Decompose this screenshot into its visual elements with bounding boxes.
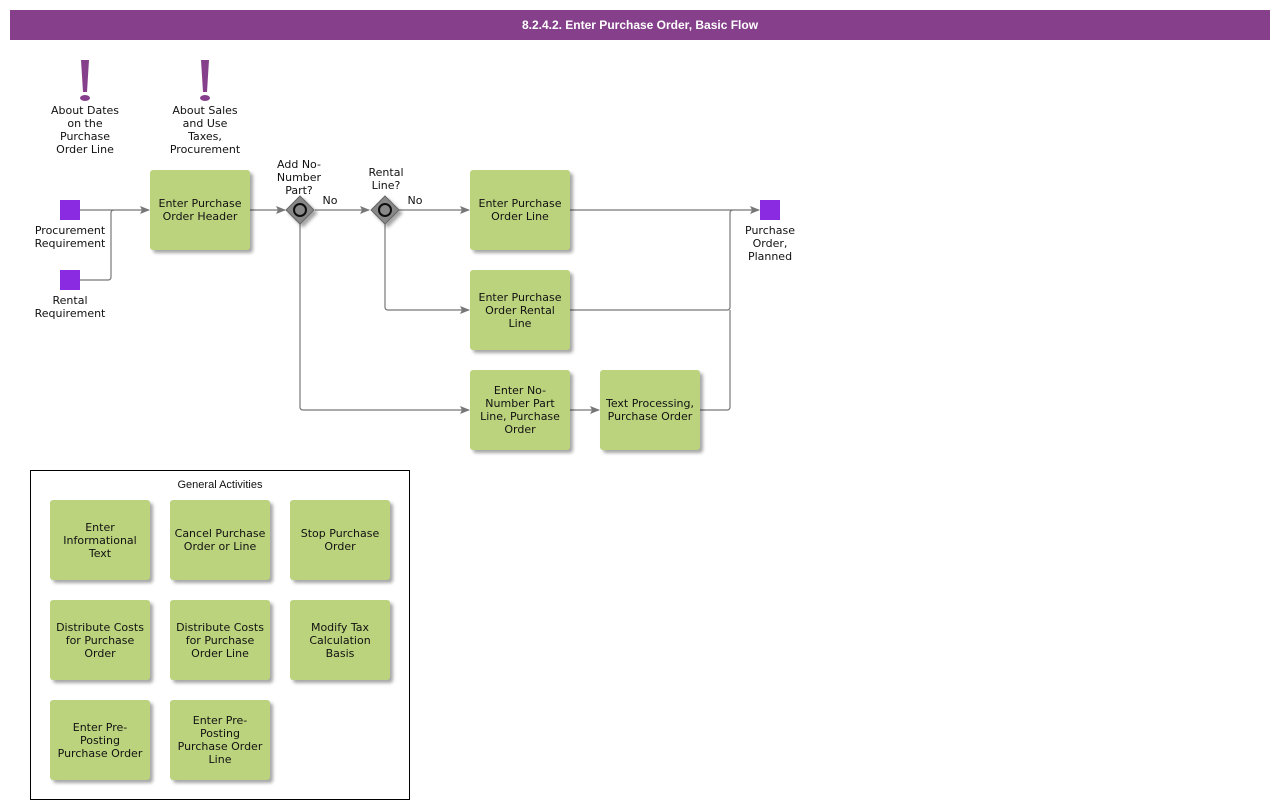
general-activity-item[interactable]: Distribute Costs for Purchase Order bbox=[50, 600, 150, 680]
end-event-label: Purchase Order, Planned bbox=[745, 224, 795, 263]
general-activity-item[interactable]: Distribute Costs for Purchase Order Line bbox=[170, 600, 270, 680]
start-event-procurement-label: Procurement Requirement bbox=[34, 224, 106, 250]
exclamation-icon bbox=[200, 60, 210, 101]
gateway-no-number-question: Add No- Number Part? bbox=[276, 158, 322, 197]
gateway-rental bbox=[370, 195, 400, 225]
task-enter-no-number-part-line[interactable]: Enter No- Number Part Line, Purchase Ord… bbox=[470, 370, 570, 450]
start-event-rental[interactable] bbox=[60, 270, 80, 290]
task-enter-purchase-order-header[interactable]: Enter Purchase Order Header bbox=[150, 170, 250, 250]
general-activity-item[interactable]: Enter Informational Text bbox=[50, 500, 150, 580]
connector-text-end bbox=[700, 310, 731, 411]
task-enter-purchase-order-line[interactable]: Enter Purchase Order Line bbox=[470, 170, 570, 250]
general-activities-title: General Activities bbox=[177, 479, 263, 491]
exclamation-icon bbox=[80, 60, 90, 101]
general-activity-item[interactable]: Enter Pre- Posting Purchase Order Line bbox=[170, 700, 270, 780]
general-activity-item[interactable]: Cancel Purchase Order or Line bbox=[170, 500, 270, 580]
start-event-procurement[interactable] bbox=[60, 200, 80, 220]
annotation-dates-label[interactable]: About Dates on the Purchase Order Line bbox=[35, 104, 135, 156]
general-activity-item[interactable]: Enter Pre- Posting Purchase Order bbox=[50, 700, 150, 780]
general-activity-item[interactable]: Stop Purchase Order bbox=[290, 500, 390, 580]
gateway-no-number-branch: No bbox=[322, 194, 338, 207]
connector-rental-end bbox=[570, 209, 734, 311]
start-event-rental-label: Rental Requirement bbox=[34, 294, 106, 320]
gateway-rental-question: Rental Line? bbox=[368, 166, 404, 192]
task-enter-purchase-order-rental-line[interactable]: Enter Purchase Order Rental Line bbox=[470, 270, 570, 350]
gateway-no-number bbox=[285, 195, 315, 225]
end-event-purchase-order-planned[interactable] bbox=[760, 200, 780, 220]
task-text-processing-purchase-order[interactable]: Text Processing, Purchase Order bbox=[600, 370, 700, 450]
connector-gateway2-rental bbox=[384, 224, 470, 314]
annotation-taxes-label[interactable]: About Sales and Use Taxes, Procurement bbox=[155, 104, 255, 156]
gateway-rental-branch: No bbox=[407, 194, 423, 207]
general-activity-item[interactable]: Modify Tax Calculation Basis bbox=[290, 600, 390, 680]
